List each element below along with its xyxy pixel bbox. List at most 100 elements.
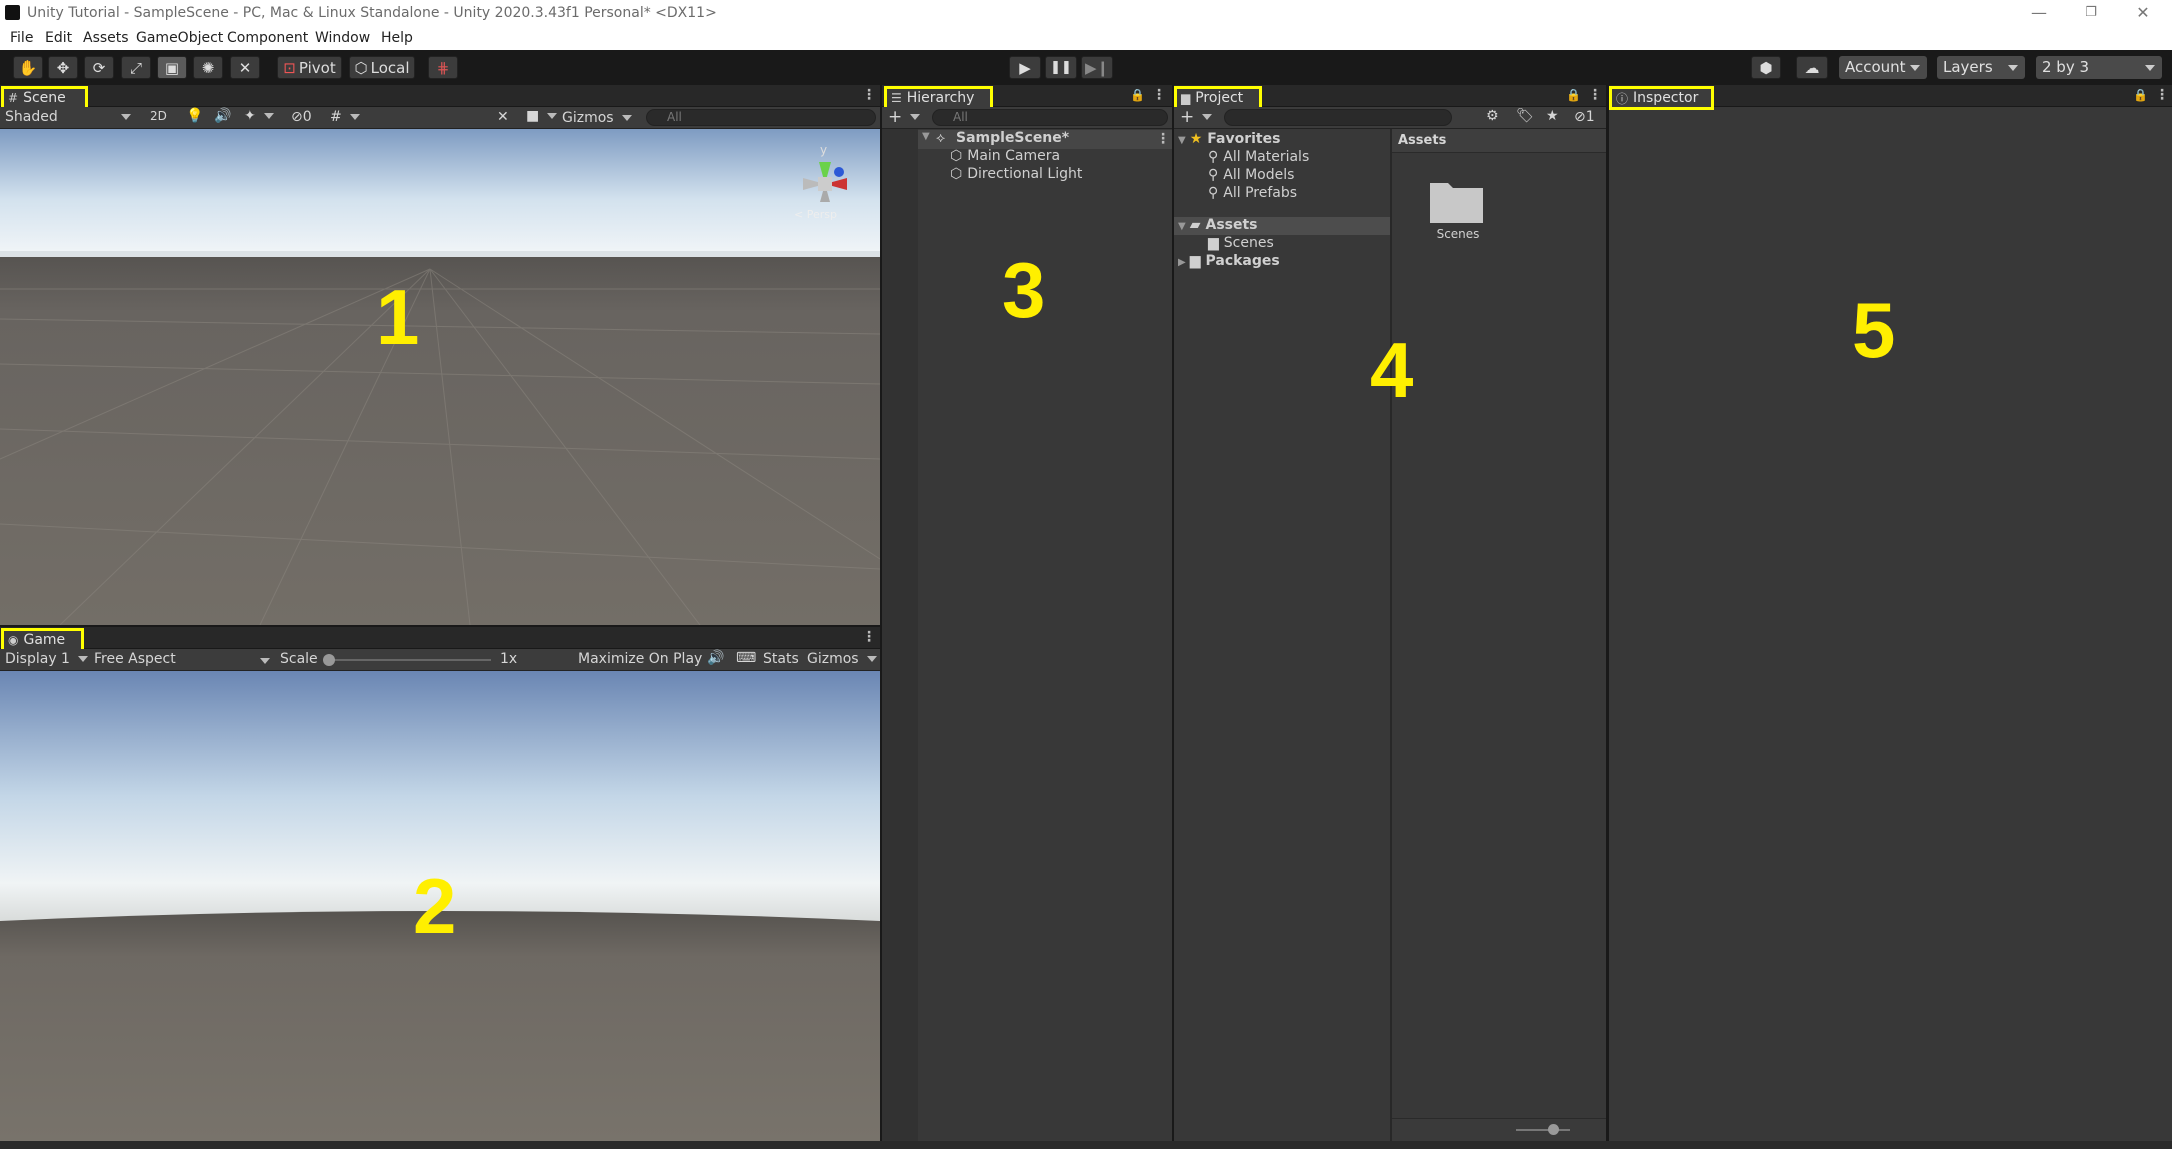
hierarchy-menu-icon[interactable]: ⋮ bbox=[1152, 87, 1166, 103]
project-menu-icon[interactable]: ⋮ bbox=[1588, 87, 1602, 103]
maximize-on-play-toggle[interactable]: Maximize On Play bbox=[578, 651, 702, 667]
scene-row-menu-icon[interactable]: ⋮ bbox=[1156, 131, 1170, 147]
audio-icon[interactable]: 🔊 bbox=[214, 108, 231, 124]
display-dropdown[interactable]: Display 1 bbox=[5, 651, 88, 667]
lighting-icon[interactable]: 💡 bbox=[186, 108, 203, 124]
layers-dropdown[interactable]: Layers bbox=[1937, 56, 2025, 79]
restore-button[interactable]: ❐ bbox=[2065, 0, 2117, 27]
favorite-all-materials[interactable]: ⚲ All Materials bbox=[1208, 149, 1309, 165]
aspect-dropdown[interactable]: Free Aspect bbox=[94, 651, 270, 667]
menu-window[interactable]: Window bbox=[315, 30, 370, 46]
inspector-menu-icon[interactable]: ⋮ bbox=[2155, 87, 2169, 103]
favorites-node[interactable]: ▼ ★ Favorites bbox=[1178, 131, 1280, 147]
hand-tool-icon[interactable]: ✋ bbox=[13, 56, 43, 79]
local-toggle[interactable]: ⬡ Local bbox=[349, 56, 415, 79]
packages-node[interactable]: ▶ ▆ Packages bbox=[1178, 253, 1280, 269]
hierarchy-item-main-camera[interactable]: ⬡ Main Camera bbox=[950, 148, 1060, 164]
asset-grid-breadcrumb[interactable]: Assets bbox=[1398, 133, 1446, 148]
hidden-packages-icon[interactable]: ⊘1 bbox=[1574, 109, 1595, 125]
scene-menu-icon[interactable]: ⋮ bbox=[862, 87, 876, 103]
search-by-type-icon[interactable]: ⚙ bbox=[1486, 108, 1499, 124]
minimize-button[interactable]: — bbox=[2013, 0, 2065, 27]
folder-scenes[interactable]: ▆ Scenes bbox=[1208, 235, 1274, 251]
effects-icon[interactable]: ✦ bbox=[244, 108, 274, 124]
menu-gameobject[interactable]: GameObject bbox=[136, 30, 223, 46]
mute-audio-icon[interactable]: 🔊 bbox=[707, 650, 724, 666]
camera-icon[interactable]: ■ bbox=[526, 108, 557, 124]
info-icon: ⓘ bbox=[1616, 91, 1629, 106]
collapse-arrow-icon: ▶ bbox=[1178, 257, 1186, 268]
main-toolbar: ✋ ✥ ⟳ ⤢ ▣ ✺ ✕ ⊡ Pivot ⬡ Local ⋕ ▶ ❚❚ ▶❙ ⬢ … bbox=[0, 50, 2172, 85]
unity-logo-icon bbox=[5, 5, 20, 20]
project-split-divider[interactable] bbox=[1390, 129, 1392, 1141]
lock-icon[interactable]: 🔒 bbox=[1566, 88, 1581, 102]
expand-arrow-icon: ▼ bbox=[1178, 221, 1186, 232]
project-add-button[interactable]: + bbox=[1180, 107, 1212, 127]
lock-icon[interactable]: 🔒 bbox=[2133, 88, 2148, 102]
hidden-objects-icon[interactable]: ⊘0 bbox=[291, 109, 312, 125]
close-button[interactable]: ✕ bbox=[2117, 0, 2169, 27]
favorite-all-prefabs[interactable]: ⚲ All Prefabs bbox=[1208, 185, 1297, 201]
hierarchy-add-button[interactable]: + bbox=[888, 107, 920, 127]
asset-folder-scenes[interactable]: Scenes bbox=[1416, 175, 1500, 245]
game-viewport[interactable]: 2 bbox=[0, 671, 880, 1141]
draw-mode-dropdown[interactable]: Shaded bbox=[5, 109, 133, 125]
assets-node[interactable]: ▼ ▰ Assets bbox=[1174, 217, 1390, 235]
menu-help[interactable]: Help bbox=[381, 30, 413, 46]
layout-dropdown[interactable]: 2 by 3 bbox=[2036, 56, 2162, 79]
hierarchy-item-directional-light[interactable]: ⬡ Directional Light bbox=[950, 166, 1082, 182]
zoom-slider-handle[interactable] bbox=[1548, 1124, 1559, 1135]
scale-slider-handle[interactable] bbox=[323, 654, 335, 666]
grid-snap-icon[interactable]: ⋕ bbox=[428, 56, 458, 79]
menu-assets[interactable]: Assets bbox=[83, 30, 129, 46]
move-tool-icon[interactable]: ✥ bbox=[48, 56, 78, 79]
favorites-label: Favorites bbox=[1207, 131, 1281, 147]
project-number-label: 4 bbox=[1370, 326, 1414, 414]
item-label: Scenes bbox=[1223, 235, 1274, 251]
project-search-input[interactable] bbox=[1224, 109, 1452, 126]
pause-button[interactable]: ❚❚ bbox=[1045, 56, 1077, 79]
game-menu-icon[interactable]: ⋮ bbox=[862, 629, 876, 645]
menu-file[interactable]: File bbox=[10, 30, 33, 46]
scene-name: SampleScene* bbox=[956, 130, 1070, 146]
tools-icon[interactable]: ✕ bbox=[497, 109, 509, 125]
custom-tool-icon[interactable]: ✕ bbox=[230, 56, 260, 79]
2d-toggle[interactable]: 2D bbox=[150, 109, 167, 123]
play-button[interactable]: ▶ bbox=[1009, 56, 1041, 79]
search-by-label-icon[interactable]: 🏷 bbox=[1516, 108, 1534, 124]
persp-label[interactable]: < Persp bbox=[794, 208, 837, 221]
stats-toggle[interactable]: Stats bbox=[763, 651, 799, 667]
collab-icon[interactable]: ⬢ bbox=[1751, 56, 1781, 79]
scale-tool-icon[interactable]: ⤢ bbox=[121, 56, 151, 79]
scene-search-input[interactable]: All bbox=[646, 109, 876, 126]
scene-panel: # Scene ⋮ Shaded 2D 💡 🔊 ✦ ⊘0 # ✕ ■ Gizmos… bbox=[0, 85, 880, 625]
gizmos-dropdown[interactable]: Gizmos bbox=[562, 110, 632, 126]
scale-label: Scale bbox=[280, 651, 318, 667]
game-gizmos-dropdown[interactable]: Gizmos bbox=[807, 651, 877, 667]
tab-inspector[interactable]: ⓘ Inspector bbox=[1609, 86, 1714, 110]
pivot-toggle[interactable]: ⊡ Pivot bbox=[277, 56, 342, 79]
scale-slider-track[interactable] bbox=[326, 659, 491, 661]
scene-viewport[interactable]: 1 y < Persp bbox=[0, 129, 880, 625]
rect-tool-icon[interactable]: ▣ bbox=[157, 56, 187, 79]
lock-icon[interactable]: 🔒 bbox=[1130, 88, 1145, 102]
menu-edit[interactable]: Edit bbox=[45, 30, 72, 46]
transform-tool-icon[interactable]: ✺ bbox=[193, 56, 223, 79]
menu-component[interactable]: Component bbox=[227, 30, 308, 46]
zoom-slider-track[interactable] bbox=[1516, 1129, 1570, 1131]
cloud-icon[interactable]: ☁ bbox=[1796, 56, 1828, 79]
favorite-all-models[interactable]: ⚲ All Models bbox=[1208, 167, 1294, 183]
scene-root-row[interactable]: ▼ ⟡ SampleScene* ⋮ bbox=[918, 130, 1172, 149]
account-dropdown[interactable]: Account bbox=[1839, 56, 1927, 79]
keyboard-icon[interactable]: ⌨ bbox=[736, 650, 756, 666]
folder-large-icon bbox=[1430, 183, 1483, 223]
expand-arrow-icon[interactable]: ▼ bbox=[922, 131, 930, 142]
grid-toggle-icon[interactable]: # bbox=[330, 109, 360, 125]
favorite-star-icon[interactable]: ★ bbox=[1546, 108, 1559, 124]
step-button[interactable]: ▶❙ bbox=[1081, 56, 1113, 79]
item-label: Directional Light bbox=[967, 166, 1083, 182]
scene-tab-label: Scene bbox=[23, 90, 66, 106]
hierarchy-panel: ☰ Hierarchy 🔒 ⋮ + All ▼ ⟡ SampleScene* ⋮ … bbox=[882, 85, 1172, 1141]
rotate-tool-icon[interactable]: ⟳ bbox=[84, 56, 114, 79]
hierarchy-search-input[interactable]: All bbox=[932, 109, 1168, 126]
